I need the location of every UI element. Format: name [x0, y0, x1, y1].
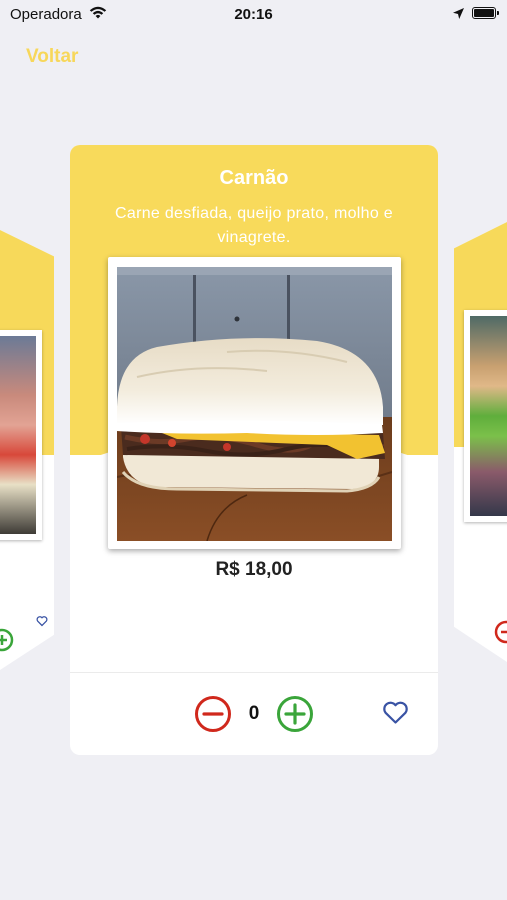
increase-quantity-button[interactable] [276, 695, 314, 738]
previous-product-card[interactable] [0, 230, 54, 670]
product-description: Carne desfiada, queijo prato, molho e vi… [115, 205, 393, 246]
plus-circle-icon [277, 696, 313, 732]
quantity-value: 0 [248, 703, 260, 724]
favorite-button[interactable] [382, 701, 409, 730]
heart-icon [383, 701, 408, 724]
decrease-quantity-button[interactable] [194, 695, 232, 738]
battery-icon [472, 7, 499, 19]
product-price: R$ 18,00 [215, 559, 293, 580]
next-product-photo [464, 310, 507, 522]
product-card: Carnão Carne desfiada, queijo prato, mol… [70, 145, 438, 755]
next-product-minus-icon[interactable] [494, 620, 507, 649]
minus-circle-icon [195, 696, 231, 732]
status-bar: Operadora 20:16 [0, 0, 507, 28]
previous-product-photo [0, 330, 42, 540]
location-arrow-icon [452, 7, 465, 25]
status-time: 20:16 [234, 6, 273, 23]
next-product-card[interactable] [454, 222, 507, 662]
product-photo [108, 257, 401, 549]
previous-product-plus-icon[interactable] [0, 628, 14, 657]
previous-product-heart-icon[interactable] [36, 614, 48, 632]
divider [70, 672, 438, 673]
product-name: Carnão [219, 167, 289, 189]
sandwich-image [117, 267, 392, 541]
back-button[interactable]: Voltar [26, 46, 78, 68]
